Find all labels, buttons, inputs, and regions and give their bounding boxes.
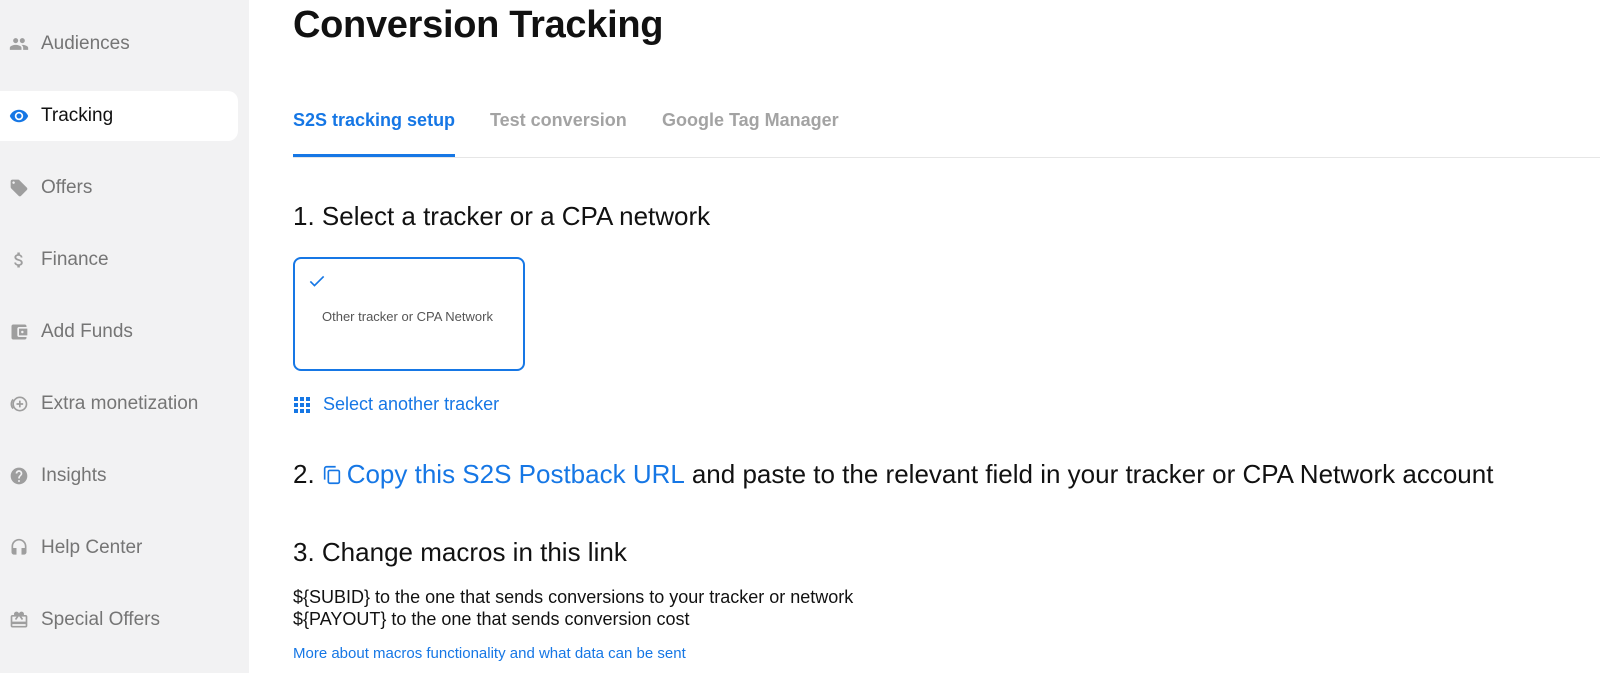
tab-bar: S2S tracking setup Test conversion Googl… [293, 96, 1600, 158]
sidebar-item-insights[interactable]: Insights [0, 451, 238, 501]
wallet-icon [8, 321, 30, 343]
select-another-label: Select another tracker [323, 394, 500, 414]
step1-heading: 1. Select a tracker or a CPA network [293, 201, 711, 231]
add-circle-icon [8, 393, 30, 415]
macro-line-subid: ${SUBID} to the one that sends conversio… [293, 587, 854, 607]
people-icon [8, 33, 30, 55]
sidebar-item-label: Special Offers [41, 609, 160, 630]
sidebar-item-label: Help Center [41, 537, 143, 558]
sidebar: Audiences Tracking Offers Finance Add Fu… [0, 0, 249, 673]
macro-line-payout: ${PAYOUT} to the one that sends conversi… [293, 609, 690, 629]
step2-number: 2. [293, 459, 315, 489]
tab-test-conversion[interactable]: Test conversion [490, 110, 627, 157]
sidebar-item-label: Tracking [41, 105, 114, 126]
tab-s2s-tracking-setup[interactable]: S2S tracking setup [293, 110, 456, 157]
gift-icon [8, 609, 30, 631]
step3-heading: 3. Change macros in this link [293, 537, 627, 567]
tag-icon [8, 177, 30, 199]
headset-icon [8, 537, 30, 559]
step2-rest-text: and paste to the relevant field in your … [691, 459, 1494, 489]
macros-info-link[interactable]: More about macros functionality and what… [293, 645, 686, 662]
sidebar-item-special-offers[interactable]: Special Offers [0, 595, 238, 645]
eye-icon [8, 105, 30, 127]
main-content: Conversion Tracking S2S tracking setup T… [293, 0, 1600, 673]
sidebar-item-audiences[interactable]: Audiences [0, 19, 238, 69]
copy-icon [321, 464, 343, 486]
sidebar-item-label: Insights [41, 465, 107, 486]
sidebar-item-label: Extra monetization [41, 393, 199, 414]
tracker-card-label: Other tracker or CPA Network [322, 309, 493, 324]
tab-google-tag-manager[interactable]: Google Tag Manager [662, 110, 839, 157]
sidebar-item-extra-monetization[interactable]: Extra monetization [0, 379, 238, 429]
sidebar-item-finance[interactable]: Finance [0, 235, 238, 285]
dollar-icon [8, 249, 30, 271]
copy-postback-url-label: Copy this S2S Postback URL [346, 459, 685, 489]
sidebar-item-help-center[interactable]: Help Center [0, 523, 238, 573]
tracker-card-other[interactable]: Other tracker or CPA Network [293, 257, 525, 371]
grid-icon [293, 396, 311, 414]
check-icon [309, 275, 325, 287]
copy-postback-url-link[interactable]: Copy this S2S Postback URL [315, 459, 685, 490]
sidebar-item-label: Finance [41, 249, 109, 270]
sidebar-item-label: Audiences [41, 33, 130, 54]
sidebar-item-tracking[interactable]: Tracking [0, 91, 238, 141]
step2-heading: 2. Copy this S2S Postback URL and paste … [293, 459, 1493, 490]
sidebar-item-label: Offers [41, 177, 93, 198]
page-title: Conversion Tracking [293, 4, 664, 46]
sidebar-item-add-funds[interactable]: Add Funds [0, 307, 238, 357]
select-another-tracker-link[interactable]: Select another tracker [293, 394, 499, 415]
sidebar-item-label: Add Funds [41, 321, 133, 342]
sidebar-item-offers[interactable]: Offers [0, 163, 238, 213]
help-circle-icon [8, 465, 30, 487]
